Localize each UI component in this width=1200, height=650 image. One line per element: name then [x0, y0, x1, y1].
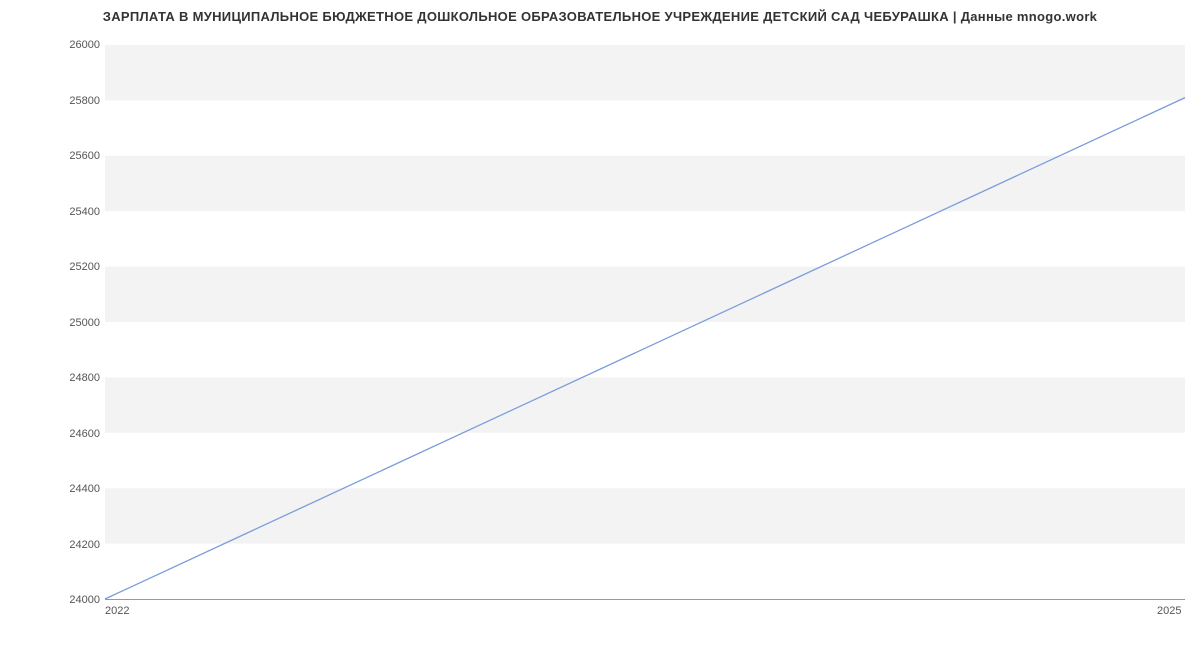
y-tick-label: 24000 — [50, 594, 100, 606]
grid-band — [105, 377, 1185, 432]
grid-bands — [105, 45, 1185, 544]
chart-title: ЗАРПЛАТА В МУНИЦИПАЛЬНОЕ БЮДЖЕТНОЕ ДОШКО… — [0, 0, 1200, 24]
y-tick-label: 25400 — [50, 206, 100, 218]
y-tick-label: 25800 — [50, 95, 100, 107]
y-tick-label: 25600 — [50, 150, 100, 162]
line-chart-svg — [105, 45, 1185, 599]
y-tick-label: 26000 — [50, 39, 100, 51]
y-tick-label: 24800 — [50, 372, 100, 384]
grid-band — [105, 488, 1185, 543]
plot-area — [105, 45, 1185, 600]
grid-band — [105, 267, 1185, 322]
y-tick-label: 25000 — [50, 317, 100, 329]
y-tick-label: 24600 — [50, 428, 100, 440]
y-tick-label: 24200 — [50, 539, 100, 551]
grid-band — [105, 45, 1185, 100]
grid-band — [105, 156, 1185, 211]
y-tick-label: 25200 — [50, 261, 100, 273]
y-tick-label: 24400 — [50, 483, 100, 495]
x-tick-label: 2022 — [105, 605, 129, 617]
chart-container: ЗАРПЛАТА В МУНИЦИПАЛЬНОЕ БЮДЖЕТНОЕ ДОШКО… — [0, 0, 1200, 650]
x-tick-label: 2025 — [1157, 605, 1181, 617]
